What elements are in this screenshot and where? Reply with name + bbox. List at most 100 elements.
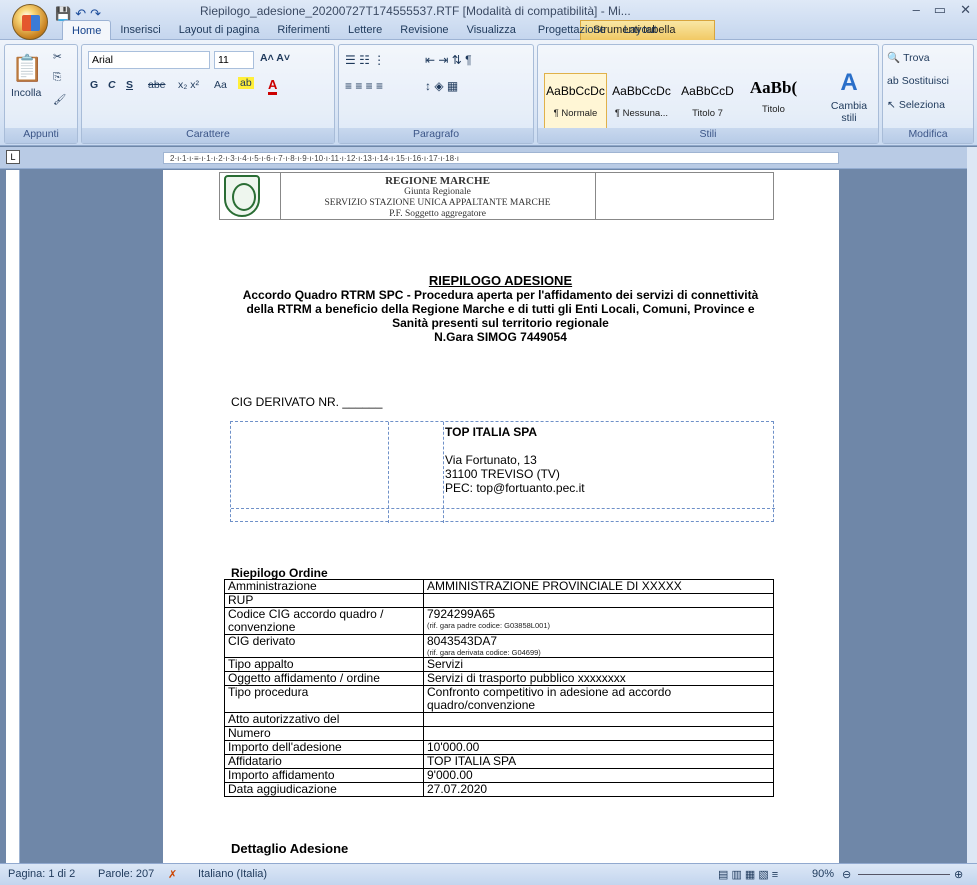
order-summary-table: Amministrazione AMMINISTRAZIONE PROVINCIA… (224, 579, 774, 797)
bold-button[interactable]: G (90, 79, 98, 91)
zoom-slider[interactable] (858, 874, 950, 875)
binoculars-icon: 🔍 (887, 52, 901, 64)
table-row: Codice CIG accordo quadro / convenzione 7… (224, 607, 774, 635)
find-button[interactable]: 🔍 Trova (887, 51, 930, 65)
style-normal[interactable]: AaBbCcDc ¶ Normale (544, 73, 607, 131)
tab-references[interactable]: Riferimenti (268, 20, 339, 40)
header-text: REGIONE MARCHE Giunta Regionale SERVIZIO… (324, 175, 551, 220)
tab-mailings[interactable]: Lettere (339, 20, 391, 40)
format-painter-icon[interactable]: 🖌 (53, 93, 66, 106)
replace-button[interactable]: ab Sostituisci (887, 75, 949, 87)
copy-icon[interactable]: ⎘ (53, 71, 61, 84)
zoom-in-icon[interactable]: ⊕ (954, 868, 963, 881)
font-group: Arial 11 A˄ A˅ G C S abe x₂ x² Aa ab A C… (81, 44, 335, 144)
detail-title: Dettaglio Adesione (231, 841, 349, 856)
order-field-value: 27.07.2020 (423, 782, 774, 797)
table-row: Tipo appalto Servizi (224, 657, 774, 672)
order-field-value (423, 726, 774, 741)
order-field-label: RUP (224, 593, 424, 608)
select-button[interactable]: ↖ Seleziona (887, 99, 945, 111)
paste-button[interactable]: 📋 Incolla (11, 53, 43, 99)
vertical-ruler[interactable] (6, 170, 20, 863)
vertical-scrollbar[interactable] (967, 147, 977, 863)
cut-icon[interactable]: ✂ (53, 51, 62, 63)
tab-view[interactable]: Visualizza (458, 20, 525, 40)
italic-button[interactable]: C (108, 79, 116, 91)
font-color-icon[interactable]: A (268, 77, 278, 95)
change-styles-button[interactable]: A Cambia stili (824, 69, 874, 124)
ruler-corner-icon[interactable]: L (6, 150, 20, 164)
order-field-label: Tipo procedura (224, 685, 424, 713)
window-controls: – ▭ ✕ (913, 2, 971, 18)
language[interactable]: Italiano (Italia) (198, 868, 267, 880)
view-buttons-icon[interactable]: ▤ ▥ ▦ ▧ ≡ (718, 868, 778, 881)
address-table: TOP ITALIA SPA Via Fortunato, 13 31100 T… (230, 421, 775, 523)
table-row: Tipo procedura Confronto competitivo in a… (224, 685, 774, 713)
horizontal-ruler[interactable]: L 2·ı·1·ı·≡·ı·1·ı·2·ı·3·ı·4·ı·5·ı·6·ı·7·… (0, 147, 977, 169)
table-row: CIG derivato 8043543DA7 (rif. gara derivat… (224, 634, 774, 658)
paragraph-group: ☰ ☷ ⋮ ⇤ ⇥ ⇅ ¶ ≡ ≡ ≡ ≡ ↕ ◈ ▦ Paragrafo (338, 44, 534, 144)
order-field-label: Affidatario (224, 754, 424, 769)
ruler-scale: 2·ı·1·ı·≡·ı·1·ı·2·ı·3·ı·4·ı·5·ı·6·ı·7·ı·… (163, 152, 839, 164)
tab-home[interactable]: Home (62, 20, 112, 40)
table-row: Oggetto affidamento / ordine Servizi di t… (224, 671, 774, 686)
minimize-icon[interactable]: – (913, 2, 920, 18)
recipient-address: TOP ITALIA SPA Via Fortunato, 13 31100 T… (445, 425, 585, 495)
styles-group: AaBbCcDc ¶ Normale AaBbCcDc ¶ Nessuna...… (537, 44, 879, 144)
grow-font-icon[interactable]: A˄ A˅ (260, 52, 290, 64)
align-icon[interactable]: ≡ ≡ ≡ ≡ (345, 79, 383, 93)
close-icon[interactable]: ✕ (960, 2, 971, 18)
page-count[interactable]: Pagina: 1 di 2 (8, 868, 75, 880)
table-row: Numero (224, 726, 774, 741)
table-row: Importo dell'adesione 10'000.00 (224, 740, 774, 755)
indent-icon[interactable]: ⇤ ⇥ ⇅ ¶ (425, 53, 472, 67)
zoom-out-icon[interactable]: ⊖ (842, 868, 851, 881)
table-row: Data aggiudicazione 27.07.2020 (224, 782, 774, 797)
editing-label: Modifica (883, 128, 973, 143)
order-field-value: 10'000.00 (423, 740, 774, 755)
order-field-label: Oggetto affidamento / ordine (224, 671, 424, 686)
clipboard-group: 📋 Incolla ✂ ⎘ 🖌 Appunti (4, 44, 78, 144)
tab-design[interactable]: Progettazione (529, 20, 615, 40)
bullets-icon[interactable]: ☰ ☷ ⋮ (345, 53, 385, 67)
strikethrough-button[interactable]: abe (148, 79, 166, 91)
style-heading7[interactable]: AaBbCcD Titolo 7 (676, 73, 739, 131)
order-summary-title: Riepilogo Ordine (231, 566, 328, 580)
order-field-label: CIG derivato (224, 634, 424, 658)
office-button[interactable] (12, 4, 48, 40)
order-field-value: TOP ITALIA SPA (423, 754, 774, 769)
zoom-level[interactable]: 90% (812, 868, 834, 880)
word-count[interactable]: Parole: 207 (98, 868, 154, 880)
status-bar: Pagina: 1 di 2 Parole: 207 ✗ Italiano (I… (0, 863, 977, 885)
tab-review[interactable]: Revisione (391, 20, 457, 40)
line-spacing-icon[interactable]: ↕ ◈ ▦ (425, 79, 458, 93)
highlight-icon[interactable]: ab (238, 77, 254, 89)
tab-insert[interactable]: Inserisci (111, 20, 169, 40)
title-bar: 💾 ↶ ↷ Riepilogo_adesione_20200727T174555… (0, 0, 977, 40)
order-field-label: Importo dell'adesione (224, 740, 424, 755)
document-page[interactable]: REGIONE MARCHE Giunta Regionale SERVIZIO… (163, 170, 839, 863)
styles-label: Stili (538, 128, 878, 143)
order-field-value: Servizi (423, 657, 774, 672)
change-case-icon[interactable]: Aa (214, 79, 227, 91)
document-title: RIEPILOGO ADESIONE Accordo Quadro RTRM S… (242, 273, 759, 345)
window-title: Riepilogo_adesione_20200727T174555537.RT… (200, 4, 631, 18)
subscript-icon[interactable]: x₂ x² (178, 79, 199, 91)
font-size-select[interactable]: 11 (214, 51, 254, 69)
maximize-icon[interactable]: ▭ (934, 2, 946, 18)
tab-layout[interactable]: Layout (615, 20, 666, 40)
replace-icon: ab (887, 75, 899, 87)
proofing-icon[interactable]: ✗ (168, 868, 177, 881)
order-field-label: Numero (224, 726, 424, 741)
order-field-value (423, 593, 774, 608)
order-field-value: 9'000.00 (423, 768, 774, 783)
styles-icon: A (840, 69, 858, 96)
order-field-label: Importo affidamento (224, 768, 424, 783)
underline-button[interactable]: S (126, 79, 133, 91)
order-field-value: Servizi di trasporto pubblico xxxxxxxx (423, 671, 774, 686)
paste-icon: 📋 (11, 53, 44, 83)
font-name-select[interactable]: Arial (88, 51, 210, 69)
tab-page-layout[interactable]: Layout di pagina (170, 20, 269, 40)
style-no-spacing[interactable]: AaBbCcDc ¶ Nessuna... (610, 73, 673, 131)
style-title[interactable]: AaBb( Titolo (742, 73, 805, 131)
